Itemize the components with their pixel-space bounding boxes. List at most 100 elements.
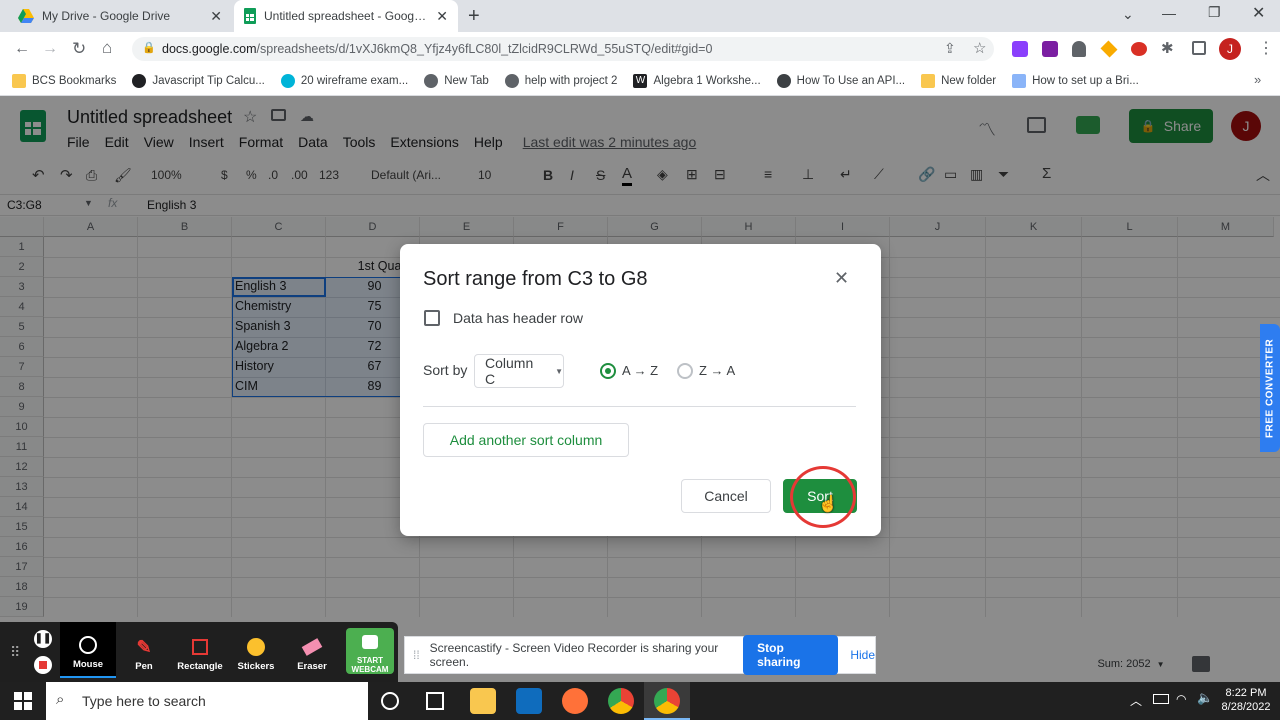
url-domain: docs.google.com [162, 42, 257, 56]
puzzle-icon[interactable]: ✱ [1161, 39, 1174, 57]
add-sort-column-button[interactable]: Add another sort column [423, 423, 629, 457]
bookmark-item[interactable]: How to set up a Bri... [1012, 73, 1139, 88]
pen-icon: ✎ [136, 637, 152, 657]
extension-icon[interactable] [1042, 41, 1058, 57]
sticker-icon [247, 638, 265, 656]
firefox-icon[interactable] [562, 688, 588, 714]
folder-icon [921, 73, 936, 88]
lock-icon: 🔒 [142, 42, 156, 54]
extension-icon[interactable] [1131, 42, 1147, 56]
home-icon[interactable]: ⌂ [102, 38, 112, 58]
minimize-icon[interactable]: — [1162, 5, 1176, 21]
more-bookmarks-icon[interactable]: » [1254, 72, 1261, 87]
new-tab-icon[interactable]: + [468, 5, 480, 28]
cortana-icon[interactable] [381, 692, 399, 710]
clock[interactable]: 8:22 PM 8/28/2022 [1218, 686, 1274, 714]
header-row-checkbox[interactable] [424, 310, 440, 326]
tool-eraser[interactable]: Eraser [284, 622, 340, 678]
drag-handle-icon[interactable]: ⁞⁞ [413, 648, 420, 662]
tab-search-icon[interactable]: ⌄ [1122, 6, 1134, 23]
close-tab-icon[interactable]: ✕ [436, 8, 448, 25]
stop-record-icon[interactable] [34, 656, 52, 674]
back-icon[interactable]: ← [14, 40, 30, 58]
free-converter-tab[interactable]: FREE CONVERTER [1260, 324, 1280, 452]
globe-icon [504, 73, 519, 88]
folder-icon [12, 73, 26, 88]
cursor-icon: ☝ [818, 496, 838, 513]
bookmark-item[interactable]: help with project 2 [504, 73, 617, 88]
hide-button[interactable]: Hide [850, 648, 875, 662]
bookmark-item[interactable]: W Algebra 1 Workshe... [633, 73, 761, 88]
close-tab-icon[interactable]: ✕ [210, 8, 222, 25]
reload-icon[interactable]: ↻ [72, 39, 86, 59]
side-panel-icon[interactable] [1192, 41, 1206, 55]
drag-handle-icon[interactable]: ⠿ [10, 644, 20, 661]
taskbar-search[interactable]: ⌕ Type here to search [46, 682, 368, 720]
bookmark-star-icon[interactable]: ☆ [973, 39, 986, 57]
divider [423, 406, 856, 407]
share-page-icon[interactable]: ⇪ [944, 40, 956, 57]
volume-icon[interactable]: 🔈 [1197, 690, 1213, 706]
file-explorer-icon[interactable] [470, 688, 496, 714]
pause-icon[interactable]: ❚❚ [34, 630, 52, 648]
avatar[interactable]: J [1219, 38, 1241, 60]
sort-range-dialog: Sort range from C3 to G8 ✕ Data has head… [400, 244, 881, 536]
tab-title: Untitled spreadsheet - Google Sh [264, 9, 429, 23]
extension-icon[interactable] [1012, 41, 1028, 57]
chevron-down-icon: ▼ [555, 366, 563, 376]
sharing-message: Screencastify - Screen Video Recorder is… [429, 641, 719, 669]
tool-stickers[interactable]: Stickers [228, 622, 284, 678]
header-row-label: Data has header row [453, 310, 583, 326]
tab-my-drive[interactable]: My Drive - Google Drive ✕ [8, 0, 232, 32]
sort-column-select[interactable]: Column C ▼ [474, 354, 564, 388]
bookmark-item[interactable]: 20 wireframe exam... [280, 73, 408, 88]
cancel-button[interactable]: Cancel [681, 479, 771, 513]
bookmark-item[interactable]: New folder [921, 73, 996, 88]
close-window-icon[interactable]: ✕ [1252, 3, 1265, 23]
maximize-icon[interactable]: ❐ [1208, 4, 1221, 21]
tray-chevron-icon[interactable]: ︿ [1130, 692, 1142, 709]
drive-icon [18, 9, 34, 23]
menu-kebab-icon[interactable]: ⋮ [1258, 38, 1274, 58]
forward-icon[interactable]: → [42, 40, 58, 58]
start-webcam-button[interactable]: START WEBCAM [346, 628, 394, 674]
sheets-icon [244, 8, 256, 24]
radio-z-a[interactable] [677, 363, 693, 379]
task-view-icon[interactable] [426, 692, 444, 710]
chrome-icon[interactable] [608, 688, 634, 714]
doc-icon [1012, 73, 1027, 88]
dialog-title: Sort range from C3 to G8 [423, 268, 648, 290]
outlook-icon[interactable] [516, 688, 542, 714]
bookmarks-bar: BCS Bookmarks Javascript Tip Calcu... 20… [0, 66, 1280, 96]
bookmark-item[interactable]: New Tab [424, 73, 489, 88]
browser-tab-strip: My Drive - Google Drive ✕ Untitled sprea… [0, 0, 1280, 32]
mouse-icon [79, 636, 97, 654]
extension-icon[interactable] [1072, 41, 1086, 57]
a-z-label: A → Z [622, 363, 659, 378]
windows-start-icon[interactable] [14, 692, 32, 710]
bookmark-item[interactable]: Javascript Tip Calcu... [132, 73, 265, 88]
screencastify-toolbar: ⠿ ❚❚ Mouse ✎ Pen Rectangle Stickers Eras… [0, 622, 398, 682]
battery-icon[interactable] [1153, 694, 1169, 704]
rectangle-icon [192, 639, 208, 655]
wikipedia-icon: W [633, 73, 648, 88]
tool-mouse[interactable]: Mouse [60, 622, 116, 678]
tool-pen[interactable]: ✎ Pen [116, 622, 172, 678]
tool-rectangle[interactable]: Rectangle [172, 622, 228, 678]
site-icon [132, 73, 147, 88]
bookmark-item[interactable]: How To Use an API... [776, 73, 905, 88]
site-icon [776, 73, 791, 88]
chrome-icon[interactable] [654, 688, 680, 714]
tab-spreadsheet[interactable]: Untitled spreadsheet - Google Sh ✕ [234, 0, 458, 32]
site-icon [280, 73, 295, 88]
sort-by-label: Sort by [423, 362, 468, 378]
radio-a-z[interactable] [600, 363, 616, 379]
stop-sharing-button[interactable]: Stop sharing [743, 635, 839, 675]
z-a-label: Z → A [699, 363, 736, 378]
close-icon[interactable]: ✕ [834, 268, 849, 289]
url-field[interactable]: 🔒 docs.google.com/spreadsheets/d/1vXJ6km… [132, 37, 994, 61]
globe-icon [424, 73, 439, 88]
screen-sharing-bar: ⁞⁞ Screencastify - Screen Video Recorder… [404, 635, 876, 675]
bookmark-item[interactable]: BCS Bookmarks [12, 73, 116, 88]
wifi-icon[interactable]: ◠ [1176, 692, 1186, 706]
